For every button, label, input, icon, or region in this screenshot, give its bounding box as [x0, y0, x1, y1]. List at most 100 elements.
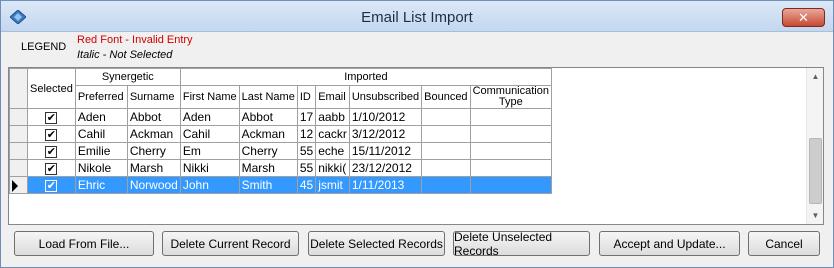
- cell-preferred[interactable]: Nikole: [74, 159, 128, 177]
- legend-invalid-entry: Red Font - Invalid Entry: [77, 34, 193, 46]
- selected-cell[interactable]: ✔: [27, 125, 76, 143]
- cell-first-name[interactable]: Aden: [179, 108, 240, 126]
- import-data-grid[interactable]: Selected Synergetic Imported Preferred S…: [8, 67, 824, 225]
- vertical-scrollbar[interactable]: ▲ ▼: [806, 68, 823, 224]
- cell-last-name[interactable]: Smith: [238, 176, 298, 194]
- cell-first-name[interactable]: Em: [179, 142, 240, 160]
- cell-surname[interactable]: Abbot: [126, 108, 181, 126]
- close-icon: ✕: [798, 9, 809, 25]
- cell-unsubscribed[interactable]: 3/12/2012: [348, 125, 423, 143]
- column-header-bounced[interactable]: Bounced: [421, 85, 471, 109]
- cell-last-name[interactable]: Abbot: [238, 108, 298, 126]
- cell-unsubscribed[interactable]: 15/11/2012: [348, 142, 423, 160]
- cell-preferred[interactable]: Aden: [74, 108, 128, 126]
- cell-id[interactable]: 55: [296, 159, 317, 177]
- cell-email[interactable]: nikki(: [315, 159, 350, 177]
- cell-communication-type[interactable]: [469, 159, 552, 177]
- table-row[interactable]: ✔ Nikole Marsh Nikki Marsh 55 nikki( 23/…: [9, 159, 552, 177]
- row-pointer-icon: [12, 179, 18, 192]
- cell-id[interactable]: 45: [296, 176, 317, 194]
- delete-current-record-button[interactable]: Delete Current Record: [162, 231, 299, 256]
- scroll-down-icon[interactable]: ▼: [807, 207, 823, 224]
- selected-cell[interactable]: ✔: [27, 176, 76, 194]
- cell-bounced[interactable]: [421, 176, 471, 194]
- cell-bounced[interactable]: [421, 108, 471, 126]
- column-header-email[interactable]: Email: [315, 85, 350, 109]
- legend-label: LEGEND: [21, 41, 67, 53]
- row-header-corner: [9, 68, 28, 109]
- cell-unsubscribed[interactable]: 1/11/2013: [348, 176, 423, 194]
- group-header-synergetic: Synergetic: [74, 68, 181, 86]
- cell-email[interactable]: jsmit: [315, 176, 350, 194]
- cell-communication-type[interactable]: [469, 142, 552, 160]
- row-indicator[interactable]: [9, 159, 28, 177]
- row-indicator[interactable]: [9, 176, 28, 194]
- cell-last-name[interactable]: Ackman: [238, 125, 298, 143]
- cell-unsubscribed[interactable]: 23/12/2012: [348, 159, 423, 177]
- accept-and-update-button[interactable]: Accept and Update...: [599, 231, 740, 256]
- cell-first-name[interactable]: John: [179, 176, 240, 194]
- selected-cell[interactable]: ✔: [27, 159, 76, 177]
- check-icon[interactable]: ✔: [45, 111, 58, 124]
- cell-unsubscribed[interactable]: 1/10/2012: [348, 108, 423, 126]
- email-list-import-window: Email List Import ✕ LEGEND Red Font - In…: [0, 0, 834, 268]
- cell-last-name[interactable]: Cherry: [238, 142, 298, 160]
- check-icon[interactable]: ✔: [45, 145, 58, 158]
- table-row-current[interactable]: ✔ Ehric Norwood John Smith 45 jsmit 1/11…: [9, 176, 552, 194]
- cell-preferred[interactable]: Cahil: [74, 125, 128, 143]
- column-header-unsubscribed[interactable]: Unsubscribed: [348, 85, 423, 109]
- cancel-button[interactable]: Cancel: [748, 231, 820, 256]
- column-header-last-name[interactable]: Last Name: [238, 85, 298, 109]
- cell-id[interactable]: 17: [296, 108, 317, 126]
- scroll-thumb[interactable]: [809, 138, 822, 204]
- load-from-file-button[interactable]: Load From File...: [14, 231, 154, 256]
- cell-preferred[interactable]: Ehric: [74, 176, 128, 194]
- cell-email[interactable]: aabb: [315, 108, 350, 126]
- selected-cell[interactable]: ✔: [27, 142, 76, 160]
- cell-bounced[interactable]: [421, 125, 471, 143]
- cell-communication-type[interactable]: [469, 125, 552, 143]
- cell-last-name[interactable]: Marsh: [238, 159, 298, 177]
- column-header-surname[interactable]: Surname: [126, 85, 181, 109]
- column-header-selected[interactable]: Selected: [27, 68, 76, 109]
- check-icon[interactable]: ✔: [45, 179, 58, 192]
- column-header-preferred[interactable]: Preferred: [74, 85, 128, 109]
- cell-bounced[interactable]: [421, 142, 471, 160]
- legend-not-selected: Italic - Not Selected: [77, 49, 173, 61]
- cell-bounced[interactable]: [421, 159, 471, 177]
- cell-surname[interactable]: Ackman: [126, 125, 181, 143]
- delete-unselected-records-button[interactable]: Delete Unselected Records: [453, 230, 590, 258]
- group-header-imported: Imported: [179, 68, 552, 86]
- table-row[interactable]: ✔ Aden Abbot Aden Abbot 17 aabb 1/10/201…: [9, 108, 552, 126]
- close-button[interactable]: ✕: [782, 8, 825, 27]
- cell-surname[interactable]: Norwood: [126, 176, 181, 194]
- cell-email[interactable]: eche: [315, 142, 350, 160]
- legend: LEGEND Red Font - Invalid Entry Italic -…: [1, 32, 833, 66]
- column-header-id[interactable]: ID: [296, 85, 317, 109]
- cell-first-name[interactable]: Cahil: [179, 125, 240, 143]
- column-header-communication-type[interactable]: Communication Type: [469, 85, 552, 109]
- cell-surname[interactable]: Cherry: [126, 142, 181, 160]
- selected-cell[interactable]: ✔: [27, 108, 76, 126]
- row-indicator[interactable]: [9, 125, 28, 143]
- row-indicator[interactable]: [9, 142, 28, 160]
- title-bar[interactable]: Email List Import ✕: [1, 1, 833, 32]
- cell-communication-type[interactable]: [469, 176, 552, 194]
- table-row[interactable]: ✔ Emilie Cherry Em Cherry 55 eche 15/11/…: [9, 142, 552, 160]
- cell-id[interactable]: 12: [296, 125, 317, 143]
- cell-email[interactable]: cackr: [315, 125, 350, 143]
- import-table: Selected Synergetic Imported Preferred S…: [9, 68, 552, 194]
- table-row[interactable]: ✔ Cahil Ackman Cahil Ackman 12 cackr 3/1…: [9, 125, 552, 143]
- cell-communication-type[interactable]: [469, 108, 552, 126]
- cell-surname[interactable]: Marsh: [126, 159, 181, 177]
- column-header-first-name[interactable]: First Name: [179, 85, 240, 109]
- delete-selected-records-button[interactable]: Delete Selected Records: [308, 231, 445, 256]
- cell-preferred[interactable]: Emilie: [74, 142, 128, 160]
- row-indicator[interactable]: [9, 108, 28, 126]
- check-icon[interactable]: ✔: [45, 128, 58, 141]
- scroll-up-icon[interactable]: ▲: [807, 68, 823, 85]
- cell-first-name[interactable]: Nikki: [179, 159, 240, 177]
- cell-id[interactable]: 55: [296, 142, 317, 160]
- window-title: Email List Import: [361, 9, 473, 26]
- check-icon[interactable]: ✔: [45, 162, 58, 175]
